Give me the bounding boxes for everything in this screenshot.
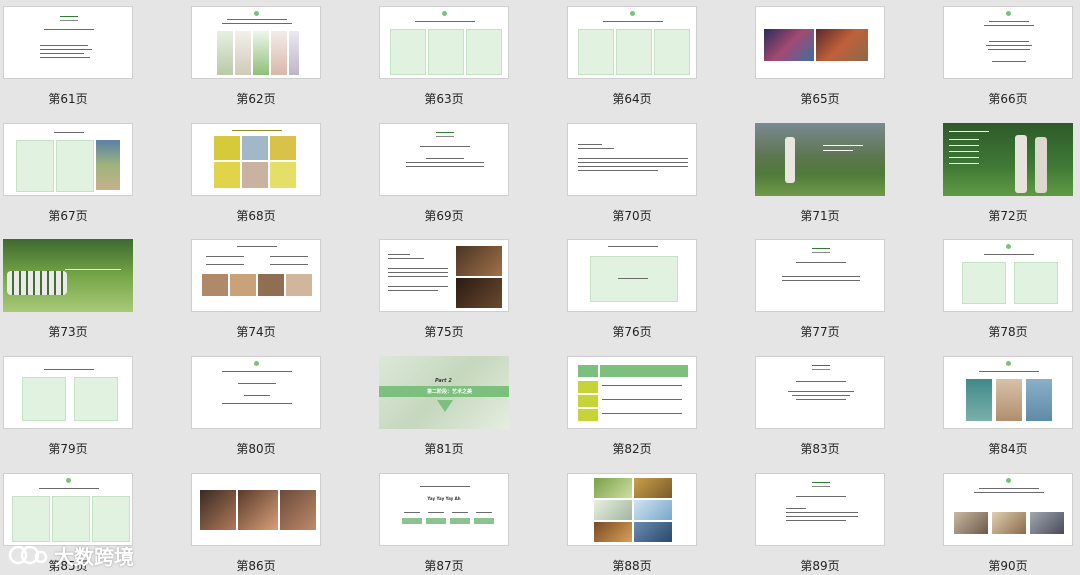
slide-preview[interactable] — [191, 6, 321, 79]
slide-preview[interactable] — [191, 123, 321, 196]
watermark: 大数跨境 — [8, 540, 134, 570]
slide-preview[interactable] — [379, 239, 509, 312]
slide-preview[interactable] — [3, 473, 133, 546]
page-label: 第74页 — [236, 325, 276, 339]
page-label: 第71页 — [800, 209, 840, 223]
slide-preview[interactable]: Part 2 第二阶段：艺术之美 — [379, 356, 509, 429]
page-label: 第78页 — [988, 325, 1028, 339]
slide-preview[interactable] — [567, 356, 697, 429]
down-arrow-icon — [437, 400, 453, 412]
slide-preview[interactable] — [3, 6, 133, 79]
page-label: 第79页 — [48, 442, 88, 456]
page-label: 第88页 — [612, 559, 652, 573]
slide-preview[interactable] — [943, 6, 1073, 79]
page-label: 第90页 — [988, 559, 1028, 573]
part-label: Part 2 — [435, 378, 452, 384]
slide-preview[interactable] — [191, 356, 321, 429]
watermark-text: 大数跨境 — [54, 544, 134, 569]
thumbnail-grid: 第61页 第62页 第63页 第64页 第65页 第66页 第67页 第68页 … — [0, 0, 1080, 575]
slide-preview[interactable] — [755, 6, 885, 79]
page-label: 第80页 — [236, 442, 276, 456]
page-label: 第89页 — [800, 559, 840, 573]
page-label: 第69页 — [424, 209, 464, 223]
page-label: 第73页 — [48, 325, 88, 339]
slide-preview[interactable] — [755, 473, 885, 546]
slide-preview[interactable] — [943, 356, 1073, 429]
slide-preview[interactable] — [191, 239, 321, 312]
slide-preview[interactable]: Yay Yay Yay Ah — [379, 473, 509, 546]
slide-preview[interactable] — [379, 6, 509, 79]
page-label: 第83页 — [800, 442, 840, 456]
slide-preview[interactable] — [3, 239, 133, 312]
page-label: 第82页 — [612, 442, 652, 456]
page-label: 第81页 — [424, 442, 464, 456]
page-label: 第84页 — [988, 442, 1028, 456]
slide-preview[interactable] — [3, 356, 133, 429]
slide-preview[interactable] — [567, 239, 697, 312]
slide-preview[interactable] — [379, 123, 509, 196]
slide-preview[interactable] — [3, 123, 133, 196]
page-label: 第68页 — [236, 209, 276, 223]
slide-preview[interactable] — [567, 6, 697, 79]
page-label: 第72页 — [988, 209, 1028, 223]
slide-preview[interactable] — [755, 123, 885, 196]
page-label: 第64页 — [612, 92, 652, 106]
slide-preview[interactable] — [191, 473, 321, 546]
page-label: 第67页 — [48, 209, 88, 223]
page-label: 第87页 — [424, 559, 464, 573]
page-label: 第70页 — [612, 209, 652, 223]
slide-preview[interactable] — [567, 473, 697, 546]
slide-preview[interactable] — [755, 356, 885, 429]
page-label: 第86页 — [236, 559, 276, 573]
page-label: 第76页 — [612, 325, 652, 339]
page-label: 第66页 — [988, 92, 1028, 106]
page-label: 第62页 — [236, 92, 276, 106]
page-label: 第77页 — [800, 325, 840, 339]
page-label: 第65页 — [800, 92, 840, 106]
slide-preview[interactable] — [755, 239, 885, 312]
slide-preview[interactable] — [567, 123, 697, 196]
part-subtitle: 第二阶段：艺术之美 — [427, 389, 473, 395]
brand-logo-icon — [8, 542, 48, 568]
slide-heading: Yay Yay Yay Ah — [427, 496, 461, 501]
page-label: 第61页 — [48, 92, 88, 106]
slide-preview[interactable] — [943, 239, 1073, 312]
slide-preview[interactable] — [943, 123, 1073, 196]
page-label: 第75页 — [424, 325, 464, 339]
slide-preview[interactable] — [943, 473, 1073, 546]
page-label: 第63页 — [424, 92, 464, 106]
